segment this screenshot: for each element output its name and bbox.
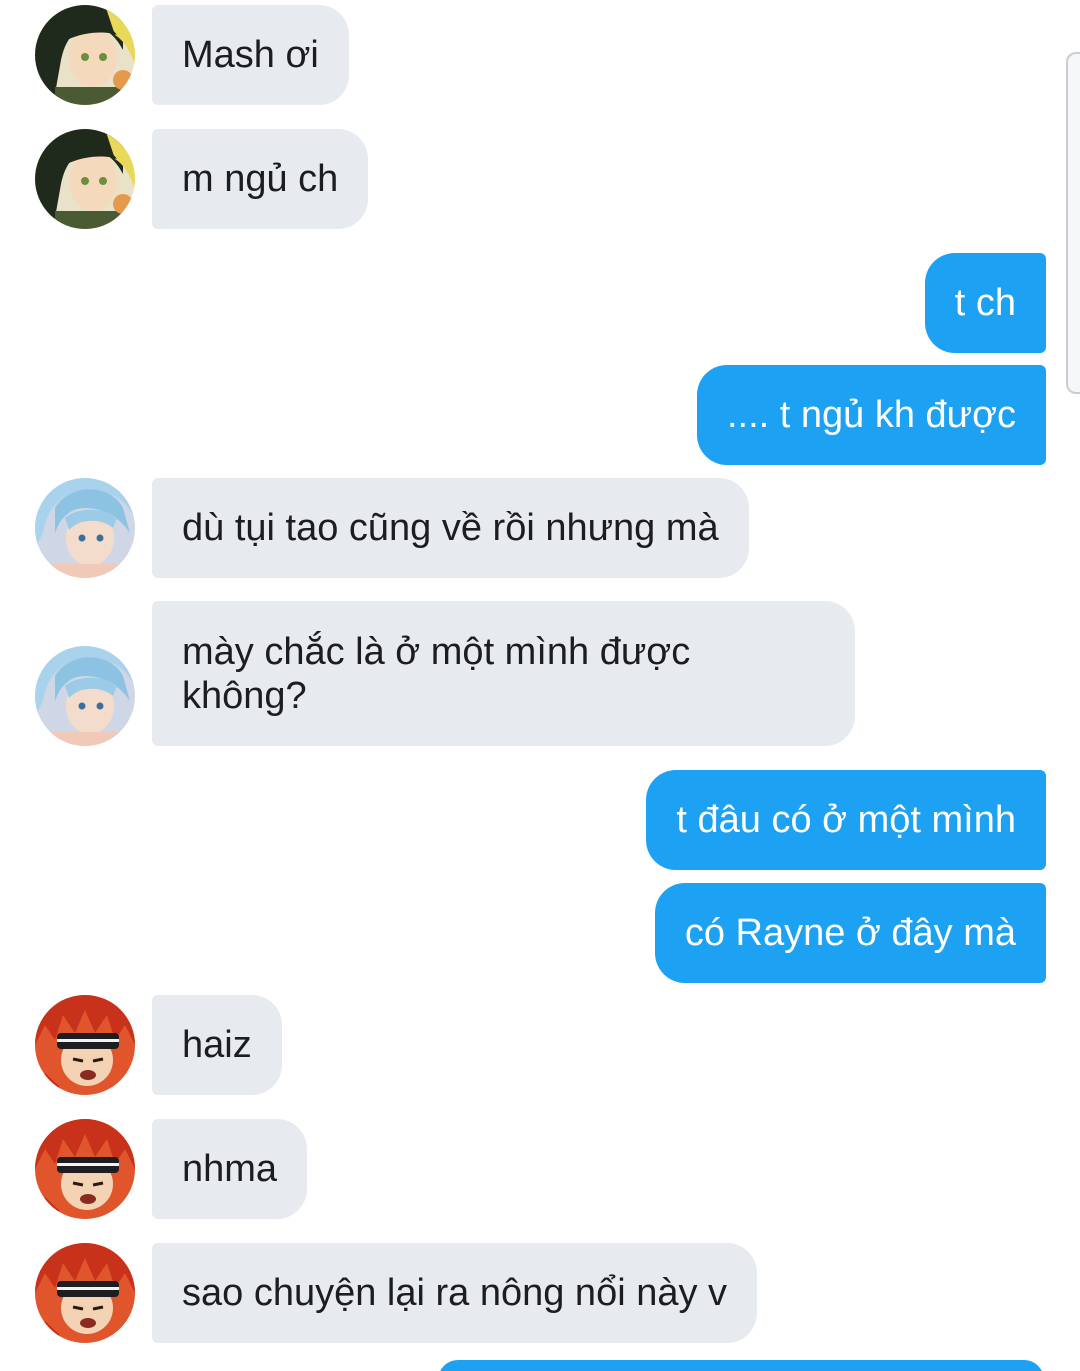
chat-thread: Mash ơi m ngủ ch t ch .... t ngủ kh được — [0, 0, 1080, 1371]
avatar-blue-hair-icon[interactable] — [35, 478, 135, 578]
message-text: m ngủ ch — [182, 158, 339, 200]
avatar-green-hair-icon[interactable] — [35, 129, 135, 229]
message-text: có Rayne ở đây mà — [684, 912, 1016, 954]
avatar-green-hair-icon[interactable] — [35, 5, 135, 105]
scrollbar-handle[interactable] — [1066, 52, 1080, 394]
message-text: t đâu có ở một mình — [676, 799, 1016, 841]
avatar-red-hair-icon[interactable] — [35, 1119, 135, 1219]
message-bubble-incoming[interactable]: dù tụi tao cũng về rồi nhưng mà — [152, 478, 749, 578]
message-bubble-incoming[interactable]: Mash ơi — [152, 5, 349, 105]
message-bubble-outgoing[interactable]: t đâu có ở một mình — [646, 770, 1046, 870]
message-bubble-outgoing[interactable]: .... t ngủ kh được — [696, 365, 1046, 465]
avatar-red-hair-icon[interactable] — [35, 1243, 135, 1343]
message-bubble-incoming[interactable]: haiz — [152, 995, 282, 1095]
message-bubble-incoming[interactable]: m ngủ ch — [152, 129, 369, 229]
message-text: .... t ngủ kh được — [726, 394, 1016, 436]
message-text: nhma — [182, 1148, 278, 1190]
message-bubble-outgoing[interactable]: t ch — [924, 253, 1046, 353]
message-bubble-incoming[interactable]: nhma — [152, 1119, 308, 1219]
message-text: Mash ơi — [182, 34, 319, 76]
message-text: t ch — [954, 282, 1016, 324]
message-bubble-outgoing-partial[interactable] — [438, 1360, 1044, 1371]
message-bubble-incoming[interactable]: mày chắc là ở một mình được không? — [152, 601, 855, 746]
message-text: sao chuyện lại ra nông nổi này v — [182, 1272, 728, 1314]
message-text: haiz — [182, 1024, 252, 1066]
avatar-blue-hair-icon[interactable] — [35, 646, 135, 746]
avatar-red-hair-icon[interactable] — [35, 995, 135, 1095]
message-text: mày chắc là ở một mình được không? — [182, 630, 691, 717]
message-text: dù tụi tao cũng về rồi nhưng mà — [182, 507, 719, 549]
message-bubble-incoming[interactable]: sao chuyện lại ra nông nổi này v — [152, 1243, 758, 1343]
message-bubble-outgoing[interactable]: có Rayne ở đây mà — [654, 883, 1046, 983]
